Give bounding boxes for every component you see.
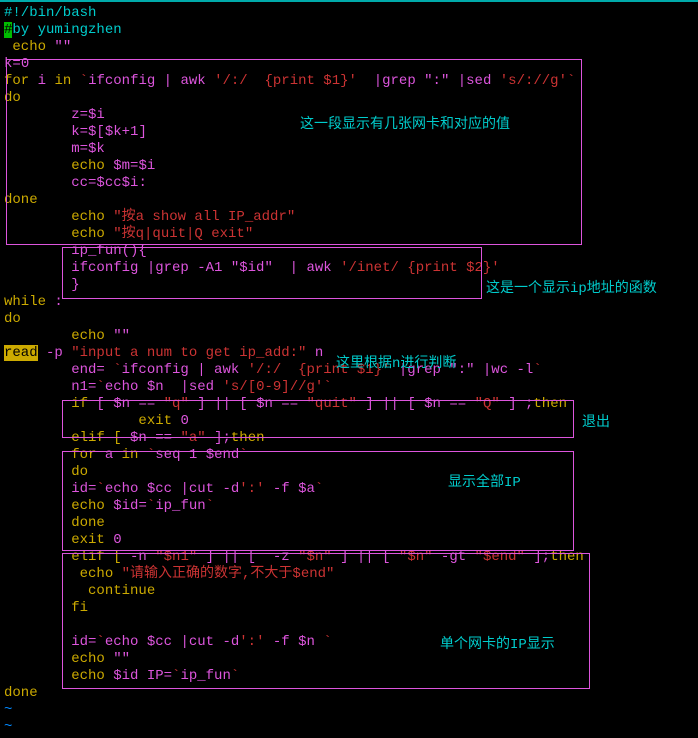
func-def: ip_fun(){ — [4, 243, 147, 259]
terminal-top-border — [0, 0, 698, 2]
tilde: ~ — [4, 719, 12, 735]
read-kw: read — [4, 345, 38, 361]
shebang: #!/bin/bash — [4, 5, 96, 21]
editor-content: #!/bin/bash #by yumingzhen echo "" k=0 f… — [4, 4, 698, 735]
echo-kw: echo — [4, 39, 54, 55]
tilde: ~ — [4, 702, 12, 718]
done-kw: done — [4, 685, 38, 701]
byline: by yumingzhen — [12, 22, 121, 38]
